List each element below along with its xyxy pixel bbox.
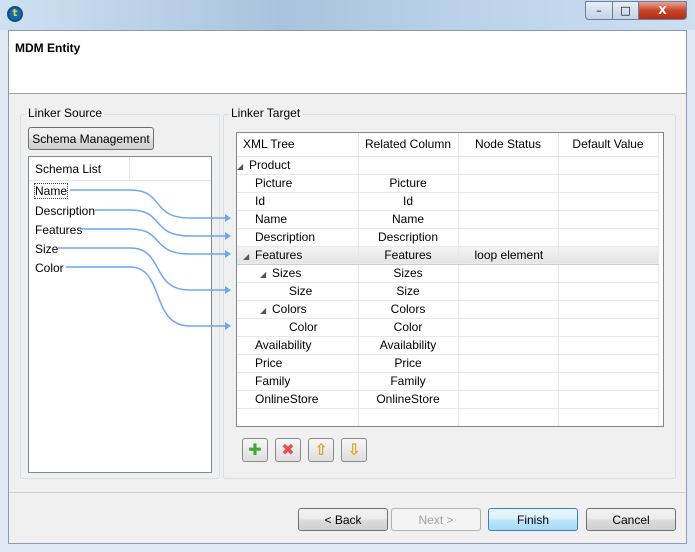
link-arrow-icon: [225, 250, 231, 258]
link-line: [95, 209, 225, 237]
link-lines: [58, 189, 231, 330]
link-arrow-icon: [225, 214, 231, 222]
link-arrow-icon: [225, 322, 231, 330]
link-line: [66, 266, 225, 327]
link-line: [80, 228, 225, 255]
link-arrow-icon: [225, 286, 231, 294]
link-arrow-icon: [225, 232, 231, 240]
